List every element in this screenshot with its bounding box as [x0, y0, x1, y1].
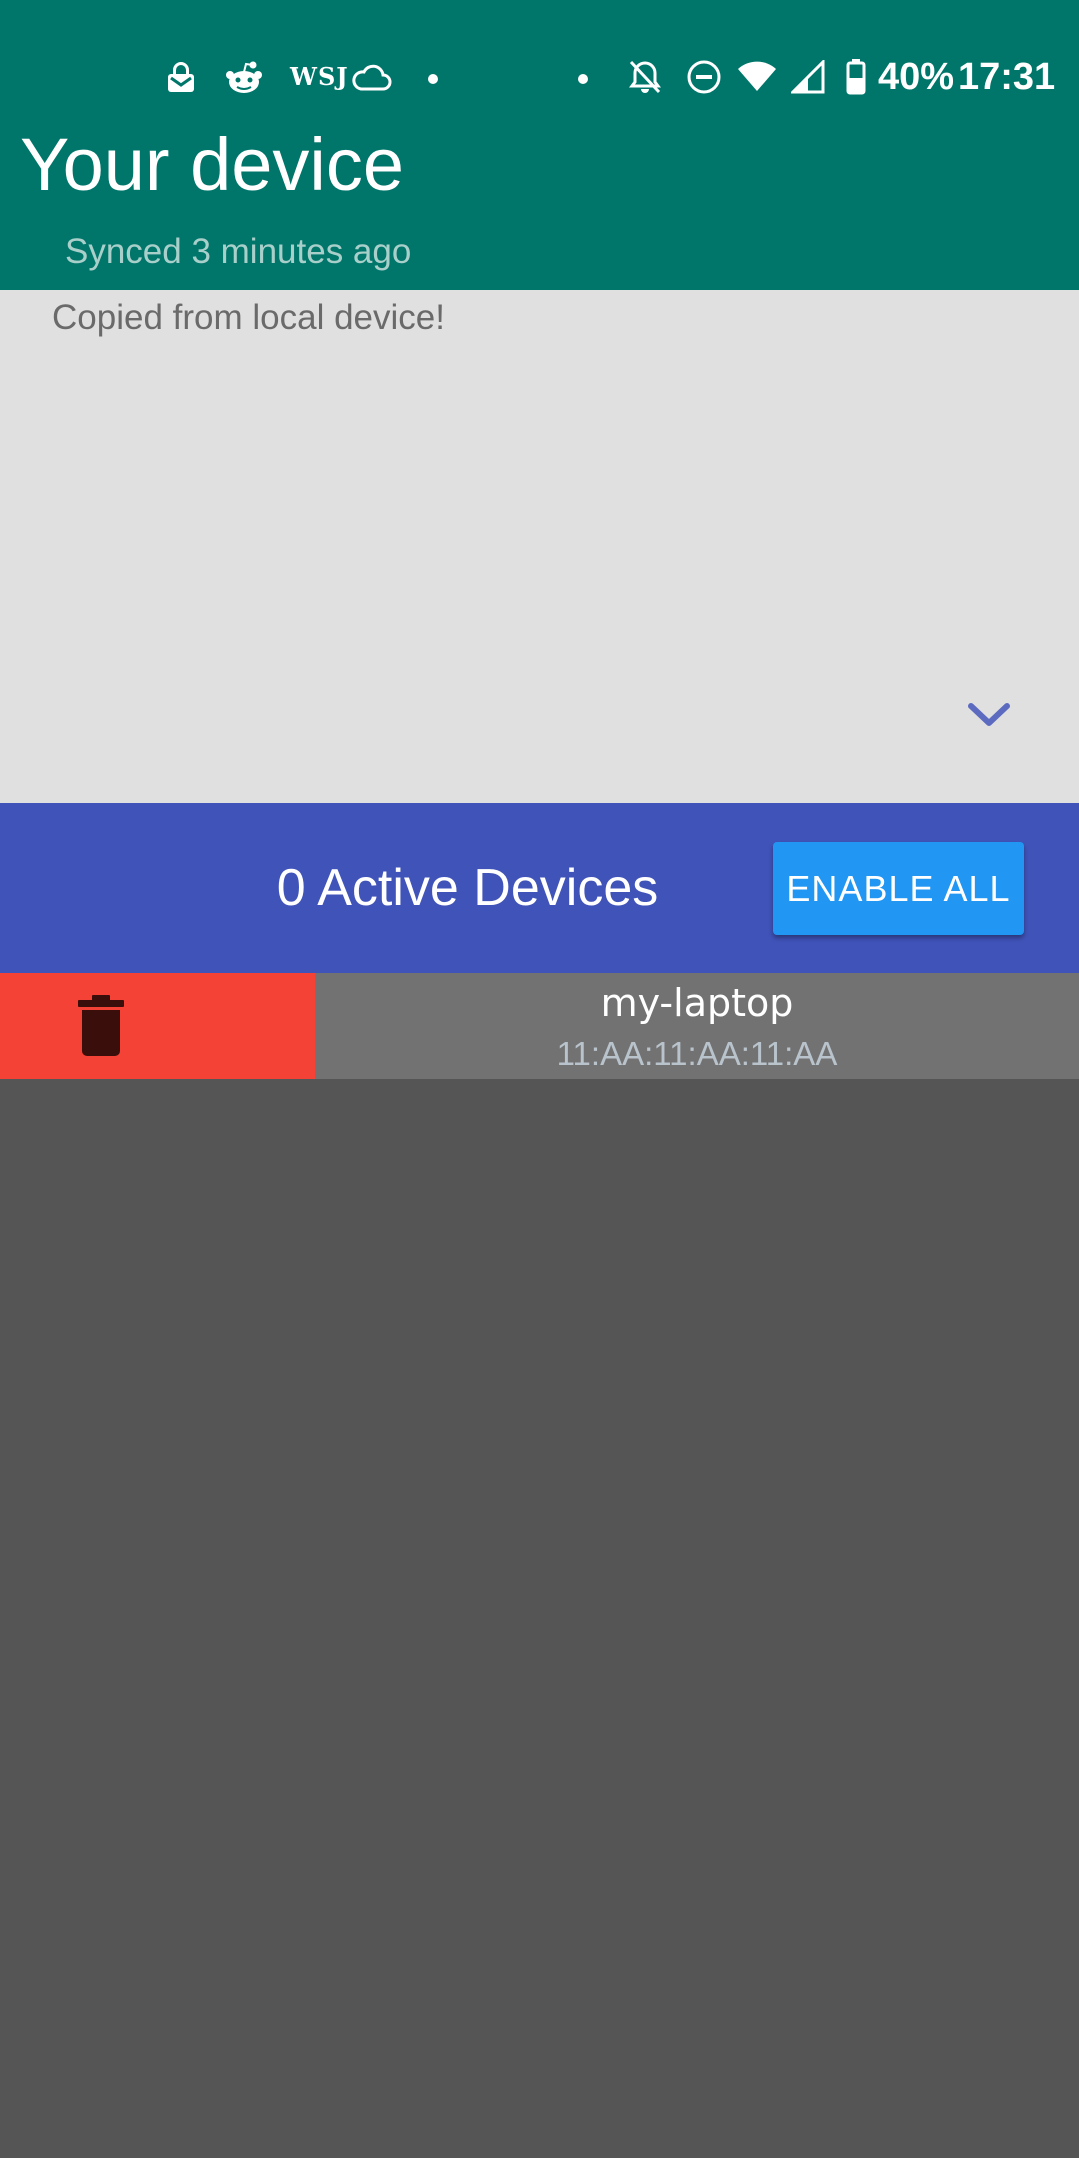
- expand-button[interactable]: [964, 690, 1014, 740]
- status-bar: WSJ 40% 17:31: [0, 40, 1079, 116]
- reddit-icon: [223, 56, 265, 98]
- device-name-container: my-laptop: [315, 981, 1079, 1025]
- device-mac-address: 11:AA:11:AA:11:AA: [556, 1035, 838, 1072]
- active-devices-bar: 0 Active Devices ENABLE ALL: [0, 803, 1079, 973]
- sync-status: Synced 3 minutes ago: [65, 232, 412, 271]
- wsj-icon: WSJ: [290, 62, 349, 91]
- page-title: Your device: [20, 123, 404, 206]
- trash-icon: [78, 995, 124, 1056]
- lock-mail-icon: [160, 56, 202, 98]
- chevron-down-icon: [968, 703, 1010, 726]
- clipboard-content: Copied from local device!: [52, 298, 445, 337]
- list-item: my-laptop 11:AA:11:AA:11:AA: [0, 973, 1079, 1079]
- device-name: my-laptop: [600, 981, 794, 1025]
- do-not-disturb-icon: [683, 56, 725, 98]
- cloud-icon: [348, 56, 394, 98]
- clock: 17:31: [958, 56, 1056, 98]
- app-header: WSJ 40% 17:31 Your device Synced 3 minut…: [0, 0, 1079, 290]
- cell-signal-icon: [787, 56, 829, 98]
- battery-icon: [836, 56, 876, 98]
- device-item[interactable]: my-laptop 11:AA:11:AA:11:AA: [315, 973, 1079, 1079]
- wifi-icon: [736, 56, 778, 98]
- battery-percent: 40%: [878, 56, 955, 98]
- notification-dot: [428, 74, 438, 84]
- clipboard-panel: Copied from local device!: [0, 290, 1079, 803]
- notification-dot: [578, 74, 588, 84]
- enable-all-button[interactable]: ENABLE ALL: [773, 842, 1024, 935]
- notifications-off-icon: [624, 56, 666, 98]
- delete-device-button[interactable]: [0, 973, 315, 1079]
